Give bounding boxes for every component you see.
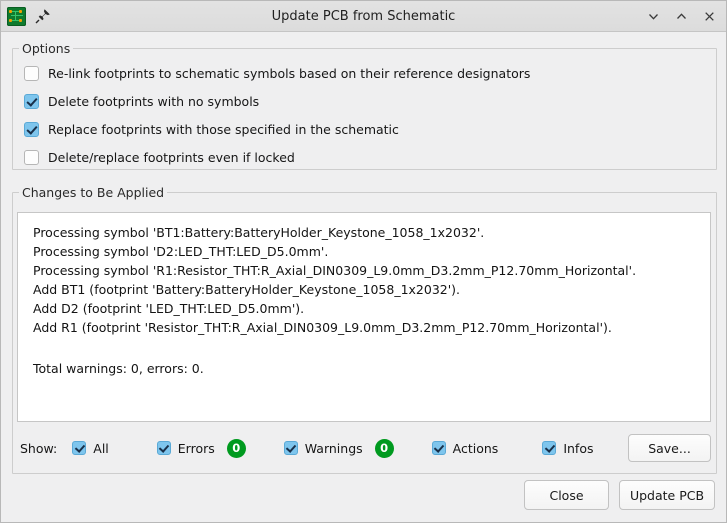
checkbox-relink-footprints[interactable] [24,65,39,81]
filter-label: Warnings [304,440,363,456]
report-line: Processing symbol 'D2:LED_THT:LED_D5.0mm… [33,244,329,259]
filter-label: All [93,440,109,456]
filter-infos[interactable]: Infos [542,440,594,456]
checkbox-delete-even-if-locked[interactable] [24,149,39,165]
option-label: Delete footprints with no symbols [48,93,260,109]
show-filter-row: Show: All Errors 0 Warnings 0 Actions In… [17,429,711,467]
titlebar[interactable]: Update PCB from Schematic [1,1,726,32]
options-group-label: Options [19,41,74,56]
close-button[interactable]: Close [524,480,609,510]
filter-label: Infos [563,440,594,456]
warnings-count-badge: 0 [374,438,394,458]
chevron-up-icon[interactable] [668,4,694,28]
filter-warnings[interactable]: Warnings 0 [283,438,394,458]
options-group: Options Re-link footprints to schematic … [12,41,717,170]
show-label: Show: [20,440,58,456]
changes-group-label: Changes to Be Applied [19,185,168,200]
report-line: Add BT1 (footprint 'Battery:BatteryHolde… [33,282,461,297]
window-controls [640,4,722,28]
options-list: Re-link footprints to schematic symbols … [24,59,709,171]
option-replace-footprints[interactable]: Replace footprints with those specified … [24,115,709,143]
pcb-board-icon [7,6,26,26]
filter-all[interactable]: All [72,441,109,456]
chevron-down-icon[interactable] [640,4,666,28]
report-line: Processing symbol 'BT1:Battery:BatteryHo… [33,225,485,240]
errors-count-badge: 0 [226,438,246,458]
checkbox-filter-errors[interactable] [156,441,171,455]
checkbox-filter-all[interactable] [72,441,87,455]
filter-errors[interactable]: Errors 0 [156,438,246,458]
update-pcb-button[interactable]: Update PCB [619,480,715,510]
titlebar-left-icons [7,6,51,26]
checkbox-filter-infos[interactable] [542,441,557,455]
report-summary: Total warnings: 0, errors: 0. [33,361,204,376]
checkbox-delete-no-symbols[interactable] [24,93,39,109]
option-label: Replace footprints with those specified … [48,121,399,137]
close-x-icon[interactable] [696,4,722,28]
window-title: Update PCB from Schematic [271,8,456,24]
report-spacer [33,337,702,359]
option-label: Re-link footprints to schematic symbols … [48,65,531,81]
option-relink-footprints[interactable]: Re-link footprints to schematic symbols … [24,59,709,87]
changes-report-textarea[interactable]: Processing symbol 'BT1:Battery:BatteryHo… [17,212,711,422]
report-line: Add R1 (footprint 'Resistor_THT:R_Axial_… [33,320,612,335]
changes-group: Changes to Be Applied Processing symbol … [12,185,717,474]
option-delete-even-if-locked[interactable]: Delete/replace footprints even if locked [24,143,709,171]
filter-label: Actions [452,440,499,456]
checkbox-replace-footprints[interactable] [24,121,39,137]
pushpin-icon[interactable] [35,8,51,24]
option-delete-no-symbols[interactable]: Delete footprints with no symbols [24,87,709,115]
save-button[interactable]: Save... [628,434,711,462]
filter-label: Errors [177,440,215,456]
dialog-footer: Close Update PCB [524,480,715,510]
filter-actions[interactable]: Actions [431,440,499,456]
update-pcb-dialog: Update PCB from Schematic Options Re-lin… [0,0,727,523]
checkbox-filter-actions[interactable] [431,441,446,455]
checkbox-filter-warnings[interactable] [283,441,298,455]
option-label: Delete/replace footprints even if locked [48,149,295,165]
report-line: Processing symbol 'R1:Resistor_THT:R_Axi… [33,263,637,278]
report-line: Add D2 (footprint 'LED_THT:LED_D5.0mm'). [33,301,305,316]
